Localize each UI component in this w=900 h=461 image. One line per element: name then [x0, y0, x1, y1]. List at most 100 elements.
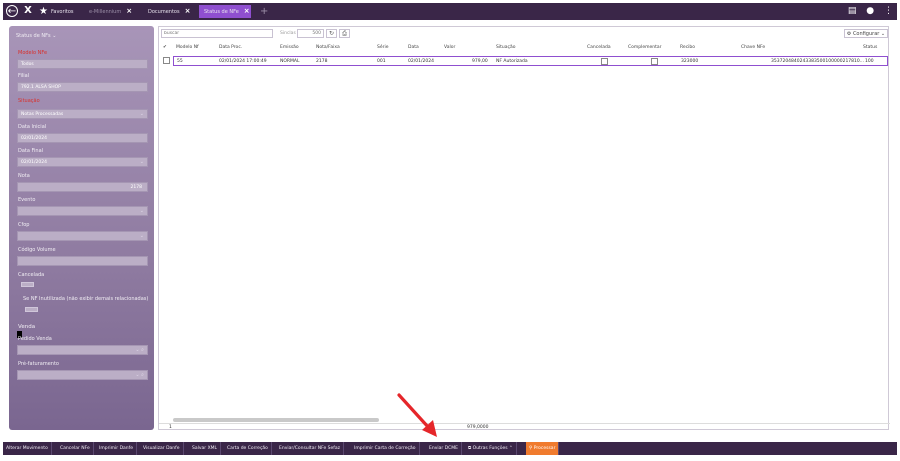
col-data-proc[interactable]: Data Proc.: [219, 45, 242, 50]
print-icon[interactable]: ⎙: [339, 29, 350, 38]
situacao-label: Situação: [18, 98, 40, 104]
cell-chave: 3537204840243383500100000217810...: [771, 59, 865, 64]
imprimir-danfe-button[interactable]: Imprimir Danfe: [96, 442, 138, 455]
pre-faturamento-select[interactable]: ⌄ ⌕: [17, 370, 148, 380]
chevron-down-icon: ⌄: [139, 159, 144, 165]
chevron-down-icon: ⌄: [139, 233, 144, 239]
data-final-label: Data Final: [18, 148, 44, 154]
col-recibo[interactable]: Recibo: [680, 45, 695, 50]
evento-select[interactable]: ⌄: [17, 206, 148, 216]
horizontal-scrollbar[interactable]: [173, 418, 379, 422]
data-inicial-label: Data Inicial: [18, 124, 47, 130]
modelo-select[interactable]: Todos: [17, 59, 148, 69]
chevron-down-icon: ⌄ ⌕: [135, 372, 144, 378]
cell-valor: 979,00: [472, 59, 488, 64]
pedido-venda-select[interactable]: ⌄ ⌕: [17, 345, 148, 355]
top-tab-bar: ← X ★ Favoritos e-Millennium × Documentos ×…: [3, 3, 897, 20]
tab-documents[interactable]: Documentos ×: [148, 5, 198, 18]
gear-icon: ⚙: [846, 31, 852, 37]
col-situacao[interactable]: Situação: [496, 45, 515, 50]
chat-icon[interactable]: ●: [866, 6, 874, 16]
footer-total: 979,0000: [467, 425, 489, 430]
tab-milenium[interactable]: e-Millennium ×: [89, 5, 141, 18]
grid-toolbar: Sinclas 500 ↻ ⎙ ⚙ Configurar ⌄: [159, 27, 890, 41]
configure-button[interactable]: ⚙ Configurar ⌄: [844, 29, 888, 38]
cell-serie: 001: [377, 59, 386, 64]
cell-cancelada-checkbox[interactable]: [601, 58, 608, 65]
col-complementar[interactable]: Complementar: [628, 45, 662, 50]
select-all-check-icon[interactable]: ✔: [163, 45, 167, 50]
pedido-venda-label: Pedido Venda: [18, 336, 52, 342]
col-valor[interactable]: Valor: [444, 45, 455, 50]
chevron-down-icon: ⌄: [52, 33, 57, 39]
cfop-label: Cfop: [18, 222, 30, 228]
outras-funcoes-button[interactable]: ⧉ Outras Funções ⌃: [465, 442, 517, 455]
chevron-down-icon: ⌄ ⌕: [135, 347, 144, 353]
venda-section-title: Venda: [18, 324, 36, 330]
cancelar-nfe-button[interactable]: Cancelar NFe: [57, 442, 94, 455]
chevron-down-icon: ⌄: [139, 111, 144, 117]
situacao-select[interactable]: Notas Processadas ⌄: [17, 109, 148, 119]
col-modelo[interactable]: Modelo Nf: [176, 45, 199, 50]
cancelada-toggle[interactable]: [21, 282, 34, 287]
row-checkbox[interactable]: [163, 57, 170, 64]
cell-status: 100: [865, 59, 874, 64]
table-row[interactable]: 55 02/01/2024 17:00:49 NORMAL 2178 001 0…: [173, 56, 888, 66]
sinc-label: Sinclas: [280, 31, 296, 36]
enviar-consultar-sefaz-button[interactable]: Enviar/Consultar NFe Sefaz: [276, 442, 344, 455]
search-input[interactable]: [161, 29, 273, 38]
col-cancelada[interactable]: Cancelada: [587, 45, 611, 50]
filial-select[interactable]: 792.1 ALSA SHOP: [17, 82, 148, 92]
app-window: ← X ★ Favoritos e-Millennium × Documentos ×…: [0, 0, 900, 461]
add-tab-button[interactable]: +: [260, 5, 268, 18]
sinc-input[interactable]: 500: [297, 29, 324, 38]
grid-footer: 1 979,0000: [159, 423, 890, 431]
tab-status-nfe[interactable]: Status de NFe ×: [199, 5, 251, 18]
col-serie[interactable]: Série: [377, 45, 389, 50]
grid-header: ✔ Modelo Nf Data Proc. Emissão Nota/Faix…: [159, 43, 890, 53]
filter-panel: Status de NFs ⌄ Modelo NFe Todos Filial …: [9, 26, 154, 430]
enviar-dcme-button[interactable]: Enviar DCME: [426, 442, 462, 455]
cell-data-proc: 02/01/2024 17:00:49: [219, 59, 267, 64]
col-data[interactable]: Data: [408, 45, 419, 50]
nfe-grid-area: Sinclas 500 ↻ ⎙ ⚙ Configurar ⌄ ✔ Modelo …: [158, 26, 890, 431]
top-right-tools: ▤ ● ⋮: [841, 5, 893, 18]
visualizar-danfe-button[interactable]: Visualizar Danfe: [140, 442, 184, 455]
logo-icon: X: [24, 5, 32, 16]
filter-panel-title[interactable]: Status de NFs ⌄: [16, 33, 56, 39]
col-emissao[interactable]: Emissão: [280, 45, 299, 50]
clipboard-icon[interactable]: ▤: [848, 6, 857, 16]
cfop-select[interactable]: ⌄: [17, 231, 148, 241]
cell-emissao: NORMAL: [280, 59, 300, 64]
more-menu-icon[interactable]: ⋮: [884, 6, 893, 16]
nota-label: Nota: [18, 173, 30, 179]
codigo-volume-input[interactable]: [17, 256, 148, 266]
close-icon[interactable]: ×: [126, 7, 132, 15]
close-icon[interactable]: ×: [244, 7, 250, 15]
imprimir-carta-correcao-button[interactable]: Imprimir Carta de Correção: [351, 442, 420, 455]
nota-input[interactable]: 2178: [17, 182, 148, 192]
red-arrow-annotation: [397, 393, 437, 437]
processar-button[interactable]: ⚲ Processar: [526, 442, 560, 455]
cell-data: 02/01/2024: [408, 59, 434, 64]
action-bar: Alterar Movimento Cancelar NFe Imprimir …: [3, 442, 897, 455]
cell-modelo: 55: [177, 59, 183, 64]
data-final-input[interactable]: 02/01/2024 ⌄: [17, 157, 148, 167]
pre-faturamento-label: Pré-faturamento: [18, 361, 59, 367]
inutilizada-toggle[interactable]: [25, 307, 38, 312]
codigo-volume-label: Código Volume: [18, 247, 56, 253]
data-inicial-input[interactable]: 02/01/2024: [17, 133, 148, 143]
chevron-up-icon: ⌃: [509, 446, 513, 451]
refresh-icon[interactable]: ↻: [326, 29, 337, 38]
col-nota[interactable]: Nota/Faixa: [316, 45, 340, 50]
back-icon[interactable]: ←: [6, 5, 18, 17]
evento-label: Evento: [18, 197, 36, 203]
col-status[interactable]: Status: [863, 45, 877, 50]
salvar-xml-button[interactable]: Salvar XML: [189, 442, 222, 455]
alterar-movimento-button[interactable]: Alterar Movimento: [3, 442, 52, 455]
col-chave[interactable]: Chave NFe: [741, 45, 765, 50]
cell-complementar-checkbox[interactable]: [651, 58, 658, 65]
close-icon[interactable]: ×: [185, 7, 191, 15]
carta-correcao-button[interactable]: Carta de Correção: [224, 442, 272, 455]
footer-count: 1: [169, 425, 172, 430]
